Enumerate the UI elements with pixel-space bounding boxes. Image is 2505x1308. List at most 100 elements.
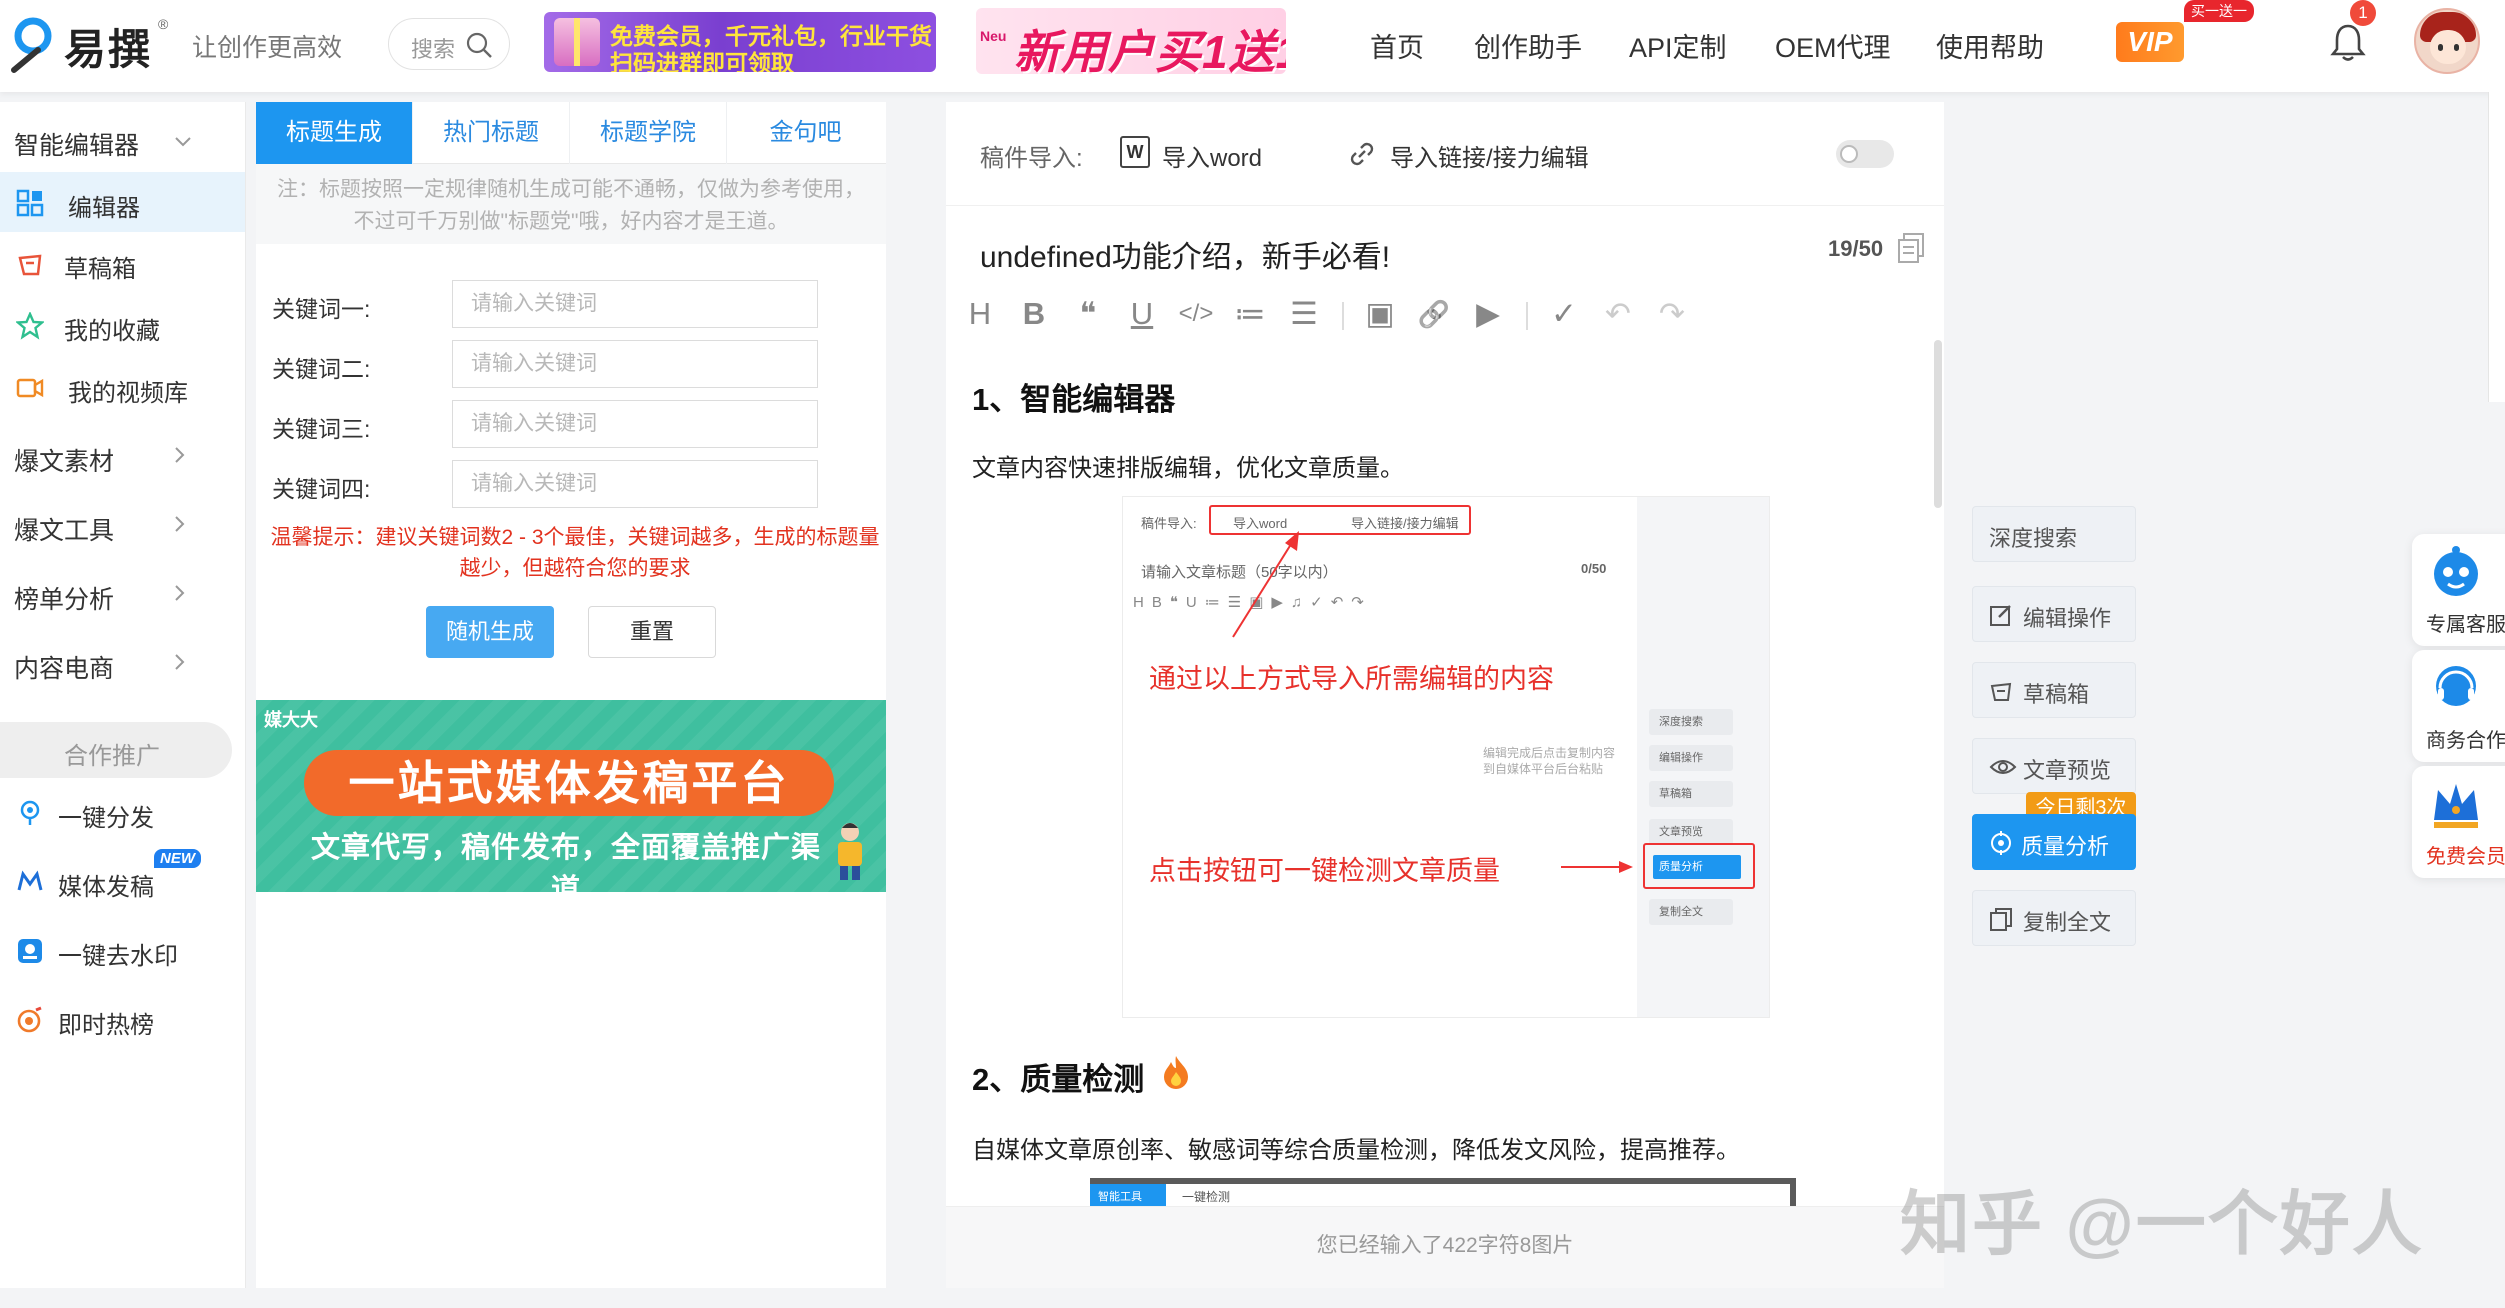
sidebar-item-hot-list[interactable]: 即时热榜 — [0, 989, 245, 1049]
underline-button[interactable]: U — [1122, 292, 1162, 336]
keyword-input-1[interactable] — [452, 280, 818, 328]
keyword-input-3[interactable] — [452, 400, 818, 448]
sidebar-item-media-publish[interactable]: 媒体发稿 NEW — [0, 849, 245, 911]
keyword-input-4[interactable] — [452, 460, 818, 508]
import-label: 稿件导入: — [980, 145, 1083, 172]
sidebar-item-editor[interactable]: 编辑器 — [0, 172, 245, 232]
logo-text[interactable]: 易撰 — [64, 16, 152, 77]
search-placeholder: 搜索 — [411, 37, 456, 62]
guide-callout-import: 通过以上方式导入所需编辑的内容 — [1149, 664, 1554, 694]
guide-side-preview: 文章预览 — [1649, 819, 1733, 845]
drafts-button[interactable]: 草稿箱 — [1972, 662, 2136, 718]
link-button[interactable]: 🔗 — [1414, 292, 1454, 336]
editor-toolbar: H B ❝ U </> ≔ ☰ ▣ 🔗 ▶ ✓ ↶ ↷ — [960, 292, 1685, 340]
guide-side-copy: 复制全文 — [1649, 899, 1733, 925]
nav-api[interactable]: API定制 — [1629, 26, 1727, 65]
float-business[interactable]: 商务合作 — [2412, 650, 2505, 762]
search-icon[interactable] — [465, 31, 493, 59]
new-user-banner[interactable]: Neu 新用户买1送1 — [976, 8, 1286, 74]
promo-banner[interactable]: 免费会员，千元礼包，行业干货 扫码进群即可领取 — [544, 12, 936, 72]
video-icon — [16, 378, 44, 398]
generate-button[interactable]: 随机生成 — [426, 606, 554, 658]
grid-icon — [16, 189, 44, 217]
sidebar-item-distribute[interactable]: 一键分发 — [0, 782, 245, 842]
format-brush-button[interactable]: ✓ — [1544, 292, 1584, 336]
tab-title-generate[interactable]: 标题生成 — [256, 102, 413, 164]
copy-icon[interactable] — [1896, 232, 1926, 264]
image-button[interactable]: ▣ — [1360, 292, 1400, 336]
title-tabs: 标题生成 热门标题 标题学院 金句吧 — [256, 102, 886, 164]
heading-button[interactable]: H — [960, 292, 1000, 336]
tab-title-academy[interactable]: 标题学院 — [570, 102, 727, 164]
undo-button[interactable]: ↶ — [1598, 292, 1638, 336]
article-title[interactable]: undefined功能介绍，新手必看! — [980, 232, 1390, 276]
quality-analysis-button[interactable]: 质量分析 — [1972, 814, 2136, 870]
logo-icon[interactable] — [8, 14, 58, 74]
editor-footer: 您已经输入了422字符8图片 — [946, 1206, 1944, 1288]
hot-icon — [17, 1006, 42, 1033]
sidebar-group-viral-material[interactable]: 爆文素材 — [14, 442, 114, 478]
chevron-right-icon[interactable] — [174, 653, 186, 671]
quote-button[interactable]: ❝ — [1068, 292, 1108, 336]
bold-button[interactable]: B — [1014, 292, 1054, 336]
sidebar-item-label: 草稿箱 — [64, 256, 136, 283]
video-button[interactable]: ▶ — [1468, 292, 1508, 336]
sidebar-item-video-library[interactable]: 我的视频库 — [0, 357, 245, 417]
reset-button[interactable]: 重置 — [588, 606, 716, 658]
chevron-right-icon[interactable] — [174, 584, 186, 602]
import-word-button[interactable]: 导入word — [1162, 138, 1262, 173]
tab-golden-quotes[interactable]: 金句吧 — [727, 102, 884, 164]
title-char-counter: 19/50 — [1828, 236, 1884, 261]
preview-button[interactable]: 文章预览 — [1972, 738, 2136, 794]
sidebar-item-favorites[interactable]: 我的收藏 — [0, 295, 245, 355]
sidebar-group-ecommerce[interactable]: 内容电商 — [14, 649, 114, 685]
keyword-input-2[interactable] — [452, 340, 818, 388]
sidebar-group-smart-editor[interactable]: 智能编辑器 — [14, 126, 139, 162]
editor-guide-image: 稿件导入: 导入word 导入链接/接力编辑 请输入文章标题（50字以内） 0/… — [1122, 496, 1770, 1018]
avatar[interactable] — [2414, 8, 2480, 74]
ordered-list-button[interactable]: ≔ — [1230, 292, 1270, 336]
tab-hot-titles[interactable]: 热门标题 — [413, 102, 570, 164]
search-box[interactable]: 搜索 — [388, 18, 510, 70]
float-label: 专属客服 — [2426, 614, 2505, 636]
nav-oem[interactable]: OEM代理 — [1775, 26, 1891, 65]
sidebar-item-remove-watermark[interactable]: 一键去水印 — [0, 920, 245, 980]
chevron-right-icon[interactable] — [174, 446, 186, 464]
fire-icon — [1164, 1056, 1188, 1089]
keyword-label: 关键词三: — [272, 416, 371, 442]
chevron-down-icon[interactable] — [174, 136, 192, 148]
sidebar-item-label: 编辑器 — [68, 195, 140, 222]
sidebar-partner-divider: 合作推广 — [0, 722, 232, 778]
link-icon[interactable] — [1348, 140, 1376, 168]
import-toggle[interactable] — [1836, 140, 1894, 168]
guide-counter: 0/50 — [1581, 561, 1607, 576]
guide-callout-quality: 点击按钮可一键检测文章质量 — [1149, 856, 1500, 886]
sidebar-group-viral-tools[interactable]: 爆文工具 — [14, 511, 114, 547]
nav-creation-assistant[interactable]: 创作助手 — [1474, 26, 1582, 65]
float-free-member[interactable]: 免费会员 — [2412, 766, 2505, 878]
code-button[interactable]: </> — [1176, 292, 1216, 336]
redo-button[interactable]: ↷ — [1652, 292, 1692, 336]
import-link-button[interactable]: 导入链接/接力编辑 — [1390, 138, 1589, 173]
copy-all-label: 复制全文 — [2023, 910, 2112, 935]
keyword-label: 关键词二: — [272, 356, 371, 382]
chevron-right-icon[interactable] — [174, 515, 186, 533]
nav-help[interactable]: 使用帮助 — [1936, 26, 2044, 65]
deep-search-button[interactable]: 深度搜索 — [1972, 506, 2136, 562]
editor-scrollbar[interactable] — [1934, 340, 1942, 508]
copy-all-button[interactable]: 复制全文 — [1972, 890, 2136, 946]
sidebar-group-rankings[interactable]: 榜单分析 — [14, 580, 114, 616]
bullet-list-button[interactable]: ☰ — [1284, 292, 1324, 336]
new-user-text: 新用户买1送1 — [1014, 26, 1286, 74]
ad-banner[interactable]: 媒大大 一站式媒体发稿平台 文章代写，稿件发布，全面覆盖推广渠道 — [256, 700, 886, 892]
edit-ops-button[interactable]: 编辑操作 — [1972, 586, 2136, 642]
headset-icon — [2436, 666, 2476, 706]
guide-arrow-icon — [1232, 531, 1299, 638]
vip-button[interactable]: VIP — [2116, 22, 2184, 62]
word-icon[interactable]: W — [1120, 136, 1150, 168]
sidebar-item-drafts[interactable]: 草稿箱 — [0, 233, 245, 293]
bell-icon[interactable] — [2330, 22, 2366, 62]
nav-home[interactable]: 首页 — [1370, 26, 1424, 65]
deep-search-label: 深度搜索 — [1989, 526, 2078, 551]
float-customer-service[interactable]: 专属客服 — [2412, 534, 2505, 646]
